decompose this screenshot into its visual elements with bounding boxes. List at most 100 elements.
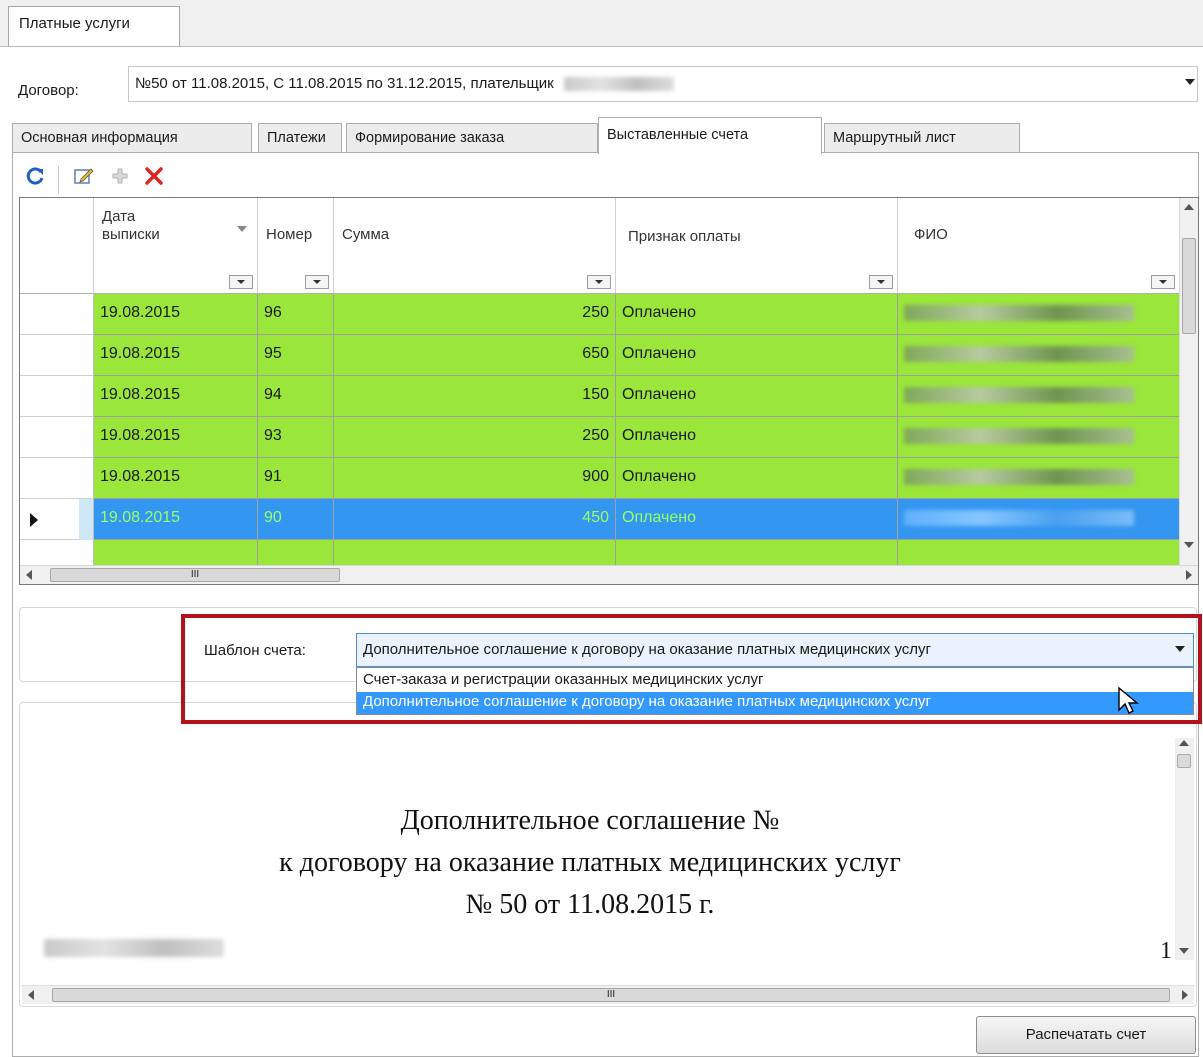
row-header[interactable] <box>20 417 94 458</box>
column-date-label: Дата выписки <box>102 208 160 243</box>
cell-sum[interactable] <box>334 540 616 566</box>
cell-number[interactable]: 93 <box>258 417 334 458</box>
add-icon[interactable] <box>104 160 136 192</box>
scroll-up-icon[interactable] <box>1184 204 1194 210</box>
cell-number[interactable]: 94 <box>258 376 334 417</box>
cell-fio-redacted[interactable] <box>898 376 1180 417</box>
doc-title-line3: № 50 от 11.08.2015 г. <box>465 889 715 920</box>
cell-date[interactable]: 19.08.2015 <box>94 294 258 335</box>
cell-fio[interactable] <box>898 540 1180 566</box>
table-row[interactable]: 19.08.2015 96 250 Оплачено <box>20 294 1180 335</box>
sort-arrow-icon <box>237 226 247 232</box>
refresh-icon[interactable] <box>20 160 52 192</box>
scroll-up-icon[interactable] <box>1179 740 1189 746</box>
column-header-fio[interactable]: ФИО <box>898 198 1180 294</box>
scroll-thumb[interactable]: III <box>52 988 1170 1002</box>
row-header[interactable] <box>20 376 94 417</box>
filter-icon[interactable] <box>229 275 253 289</box>
edit-icon[interactable] <box>68 160 100 192</box>
cell-paid[interactable] <box>616 540 898 566</box>
cell-number[interactable]: 90 <box>258 499 334 540</box>
preview-horizontal-scrollbar[interactable]: III <box>22 985 1194 1004</box>
cell-date[interactable]: 19.08.2015 <box>94 499 258 540</box>
payer-name-redacted <box>563 77 674 92</box>
cell-date[interactable]: 19.08.2015 <box>94 376 258 417</box>
cell-sum[interactable]: 150 <box>334 376 616 417</box>
cell-paid[interactable]: Оплачено <box>616 294 898 335</box>
grid-vertical-scrollbar[interactable] <box>1179 198 1198 566</box>
cell-fio-redacted[interactable] <box>898 458 1180 499</box>
document-preview: Дополнительное соглашение № к договору н… <box>19 702 1197 1007</box>
scroll-left-icon[interactable] <box>26 570 32 580</box>
table-row[interactable]: 19.08.2015 93 250 Оплачено <box>20 417 1180 458</box>
cell-fio-redacted[interactable] <box>898 294 1180 335</box>
scroll-left-icon[interactable] <box>28 990 34 1000</box>
page-number: 1 <box>1160 938 1172 964</box>
scroll-down-icon[interactable] <box>1179 948 1189 954</box>
cell-sum[interactable]: 250 <box>334 417 616 458</box>
cell-number[interactable]: 95 <box>258 335 334 376</box>
cell-sum[interactable]: 450 <box>334 499 616 540</box>
contract-select[interactable]: №50 от 11.08.2015, С 11.08.2015 по 31.12… <box>128 66 1198 102</box>
scroll-down-icon[interactable] <box>1184 542 1194 548</box>
cell-sum[interactable]: 900 <box>334 458 616 499</box>
filter-icon[interactable] <box>587 275 611 289</box>
tab-route-sheet[interactable]: Маршрутный лист <box>824 123 1020 153</box>
cell-fio-redacted[interactable] <box>898 335 1180 376</box>
print-invoice-button[interactable]: Распечатать счет <box>976 1016 1196 1054</box>
column-header-date[interactable]: Дата выписки <box>94 198 258 294</box>
cell-sum[interactable]: 650 <box>334 335 616 376</box>
tab-main-info[interactable]: Основная информация <box>12 123 252 153</box>
scroll-thumb[interactable] <box>1177 754 1191 768</box>
cell-paid[interactable]: Оплачено <box>616 417 898 458</box>
row-header[interactable] <box>20 458 94 499</box>
top-tab-strip <box>0 0 1203 47</box>
cell-fio-redacted[interactable] <box>898 499 1180 540</box>
table-row-partial[interactable] <box>20 540 1180 566</box>
tab-issued-invoices[interactable]: Выставленные счета <box>598 117 822 154</box>
table-row[interactable]: 19.08.2015 91 900 Оплачено <box>20 458 1180 499</box>
cell-date[interactable]: 19.08.2015 <box>94 458 258 499</box>
row-header[interactable] <box>20 335 94 376</box>
cell-paid[interactable]: Оплачено <box>616 376 898 417</box>
filter-icon[interactable] <box>869 275 893 289</box>
cell-number[interactable]: 96 <box>258 294 334 335</box>
cell-paid[interactable]: Оплачено <box>616 499 898 540</box>
row-header-current[interactable] <box>20 499 94 540</box>
column-sum-label: Сумма <box>342 226 390 243</box>
preview-vertical-scrollbar[interactable] <box>1175 738 1194 960</box>
delete-icon[interactable] <box>138 160 170 192</box>
filter-icon[interactable] <box>305 275 329 289</box>
row-header[interactable] <box>20 294 94 335</box>
table-row-selected[interactable]: 19.08.2015 90 450 Оплачено <box>20 499 1180 540</box>
column-header-number[interactable]: Номер <box>258 198 334 294</box>
chevron-down-icon[interactable] <box>1185 79 1195 85</box>
tab-paid-services[interactable]: Платные услуги <box>8 6 180 46</box>
table-row[interactable]: 19.08.2015 95 650 Оплачено <box>20 335 1180 376</box>
column-number-label: Номер <box>266 226 313 243</box>
doc-city-redacted <box>44 939 224 957</box>
scroll-right-icon[interactable] <box>1186 570 1192 580</box>
tab-order-forming[interactable]: Формирование заказа <box>346 123 598 153</box>
scroll-thumb[interactable]: III <box>50 568 340 582</box>
scroll-thumb-grip: III <box>606 989 616 1000</box>
cell-date[interactable]: 19.08.2015 <box>94 335 258 376</box>
filter-icon[interactable] <box>1151 275 1175 289</box>
column-header-paid[interactable]: Признак оплаты <box>616 198 898 294</box>
column-header-sum[interactable]: Сумма <box>334 198 616 294</box>
cell-number[interactable]: 91 <box>258 458 334 499</box>
cell-fio-redacted[interactable] <box>898 417 1180 458</box>
scroll-right-icon[interactable] <box>1182 990 1188 1000</box>
toolbar-separator <box>58 166 59 194</box>
cell-paid[interactable]: Оплачено <box>616 335 898 376</box>
tab-payments[interactable]: Платежи <box>258 123 342 153</box>
cell-paid[interactable]: Оплачено <box>616 458 898 499</box>
cell-sum[interactable]: 250 <box>334 294 616 335</box>
cell-date[interactable]: 19.08.2015 <box>94 417 258 458</box>
grid-horizontal-scrollbar[interactable]: III <box>20 565 1198 584</box>
cell-date[interactable] <box>94 540 258 566</box>
row-header[interactable] <box>20 540 94 566</box>
table-row[interactable]: 19.08.2015 94 150 Оплачено <box>20 376 1180 417</box>
cell-number[interactable] <box>258 540 334 566</box>
scroll-thumb[interactable] <box>1182 238 1196 334</box>
